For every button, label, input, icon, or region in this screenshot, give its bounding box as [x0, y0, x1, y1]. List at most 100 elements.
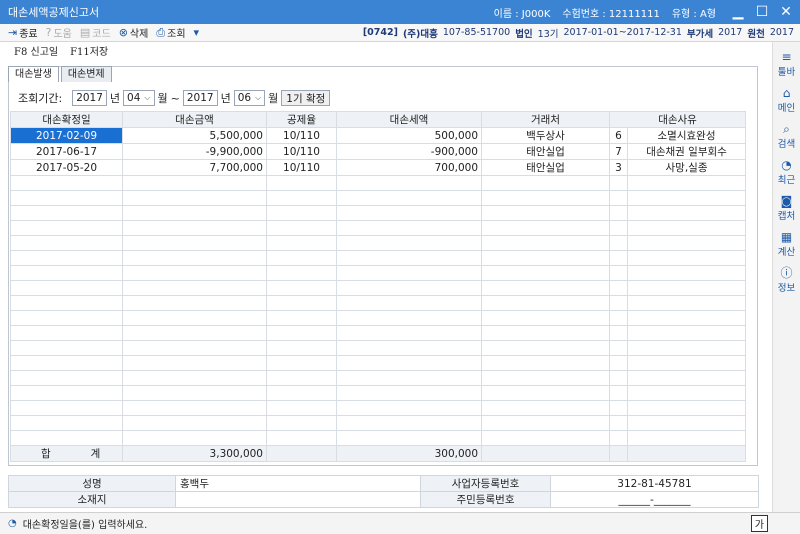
- empty-cell[interactable]: [122, 325, 267, 341]
- empty-cell[interactable]: [481, 175, 610, 191]
- ime-indicator[interactable]: 가: [750, 515, 768, 532]
- empty-cell[interactable]: [481, 370, 610, 386]
- empty-cell[interactable]: [10, 280, 123, 296]
- empty-cell[interactable]: [122, 175, 267, 191]
- table-row[interactable]: 2017-06-17 -9,900,000 10/110 -900,000 태안…: [10, 143, 747, 160]
- empty-cell[interactable]: [336, 265, 482, 281]
- empty-cell[interactable]: [10, 355, 123, 371]
- empty-cell[interactable]: [626, 205, 747, 221]
- close-button[interactable]: ⇥ 종료: [8, 25, 38, 40]
- empty-cell[interactable]: [10, 370, 123, 386]
- empty-cell[interactable]: [266, 400, 337, 416]
- empty-cell[interactable]: [10, 235, 123, 251]
- empty-cell[interactable]: [481, 400, 610, 416]
- sidebar-item-search[interactable]: ⌕ 검색: [773, 122, 800, 150]
- empty-cell[interactable]: [626, 280, 747, 296]
- table-row[interactable]: [10, 280, 747, 296]
- empty-cell[interactable]: [609, 220, 628, 236]
- empty-cell[interactable]: [266, 355, 337, 371]
- empty-cell[interactable]: [626, 430, 747, 446]
- empty-cell[interactable]: [626, 190, 747, 206]
- table-row[interactable]: [10, 205, 747, 221]
- empty-cell[interactable]: [122, 370, 267, 386]
- empty-cell[interactable]: [481, 280, 610, 296]
- empty-cell[interactable]: [336, 190, 482, 206]
- table-row[interactable]: [10, 190, 747, 206]
- empty-cell[interactable]: [626, 265, 747, 281]
- empty-cell[interactable]: [609, 355, 628, 371]
- empty-cell[interactable]: [266, 235, 337, 251]
- empty-cell[interactable]: [609, 295, 628, 311]
- empty-cell[interactable]: [626, 355, 747, 371]
- table-row[interactable]: [10, 250, 747, 266]
- from-year-field[interactable]: 2017: [72, 90, 107, 106]
- empty-cell[interactable]: [10, 325, 123, 341]
- empty-cell[interactable]: [609, 325, 628, 341]
- empty-cell[interactable]: [10, 340, 123, 356]
- date-cell[interactable]: 2017-05-20: [10, 159, 123, 176]
- empty-cell[interactable]: [336, 310, 482, 326]
- tax-cell[interactable]: -900,000: [336, 143, 482, 160]
- empty-cell[interactable]: [266, 175, 337, 191]
- delete-button[interactable]: ⊗ 삭제: [119, 25, 149, 40]
- empty-cell[interactable]: [481, 430, 610, 446]
- client-cell[interactable]: 태안실업: [481, 159, 610, 176]
- table-row[interactable]: [10, 385, 747, 401]
- empty-cell[interactable]: [122, 385, 267, 401]
- empty-cell[interactable]: [336, 385, 482, 401]
- empty-cell[interactable]: [336, 235, 482, 251]
- table-row[interactable]: [10, 220, 747, 236]
- date-cell[interactable]: 2017-02-09: [10, 127, 123, 144]
- from-month-select[interactable]: 04 ⌵: [123, 90, 155, 106]
- f11-button[interactable]: F11저장: [70, 43, 108, 58]
- amount-cell[interactable]: 5,500,000: [122, 127, 267, 144]
- empty-cell[interactable]: [626, 415, 747, 431]
- empty-cell[interactable]: [336, 355, 482, 371]
- empty-cell[interactable]: [481, 355, 610, 371]
- empty-cell[interactable]: [336, 220, 482, 236]
- empty-cell[interactable]: [336, 415, 482, 431]
- empty-cell[interactable]: [122, 340, 267, 356]
- empty-cell[interactable]: [626, 385, 747, 401]
- empty-cell[interactable]: [266, 430, 337, 446]
- tax-cell[interactable]: 500,000: [336, 127, 482, 144]
- empty-cell[interactable]: [609, 235, 628, 251]
- minimize-icon[interactable]: ▁: [728, 4, 748, 20]
- table-row[interactable]: [10, 265, 747, 281]
- reason-cell[interactable]: 대손채권 일부회수: [626, 143, 747, 160]
- empty-cell[interactable]: [10, 310, 123, 326]
- empty-cell[interactable]: [122, 430, 267, 446]
- empty-cell[interactable]: [266, 205, 337, 221]
- empty-cell[interactable]: [481, 310, 610, 326]
- empty-cell[interactable]: [609, 415, 628, 431]
- empty-cell[interactable]: [266, 340, 337, 356]
- table-row[interactable]: [10, 295, 747, 311]
- empty-cell[interactable]: [481, 250, 610, 266]
- empty-cell[interactable]: [481, 205, 610, 221]
- empty-cell[interactable]: [481, 340, 610, 356]
- empty-cell[interactable]: [266, 265, 337, 281]
- empty-cell[interactable]: [626, 325, 747, 341]
- help-button[interactable]: ? 도움: [46, 25, 72, 40]
- empty-cell[interactable]: [266, 370, 337, 386]
- empty-cell[interactable]: [609, 175, 628, 191]
- empty-cell[interactable]: [481, 415, 610, 431]
- empty-cell[interactable]: [481, 295, 610, 311]
- empty-cell[interactable]: [122, 265, 267, 281]
- table-row[interactable]: 2017-05-20 7,700,000 10/110 700,000 태안실업…: [10, 159, 747, 176]
- table-row[interactable]: [10, 325, 747, 341]
- to-year-field[interactable]: 2017: [182, 90, 218, 106]
- table-row[interactable]: [10, 370, 747, 386]
- empty-cell[interactable]: [10, 385, 123, 401]
- empty-cell[interactable]: [336, 295, 482, 311]
- empty-cell[interactable]: [336, 370, 482, 386]
- empty-cell[interactable]: [609, 340, 628, 356]
- empty-cell[interactable]: [336, 400, 482, 416]
- more-dropdown[interactable]: ▾: [194, 26, 202, 39]
- reason-cell[interactable]: 사망,실종: [626, 159, 747, 176]
- empty-cell[interactable]: [336, 430, 482, 446]
- empty-cell[interactable]: [10, 415, 123, 431]
- empty-cell[interactable]: [10, 400, 123, 416]
- empty-cell[interactable]: [336, 280, 482, 296]
- empty-cell[interactable]: [122, 250, 267, 266]
